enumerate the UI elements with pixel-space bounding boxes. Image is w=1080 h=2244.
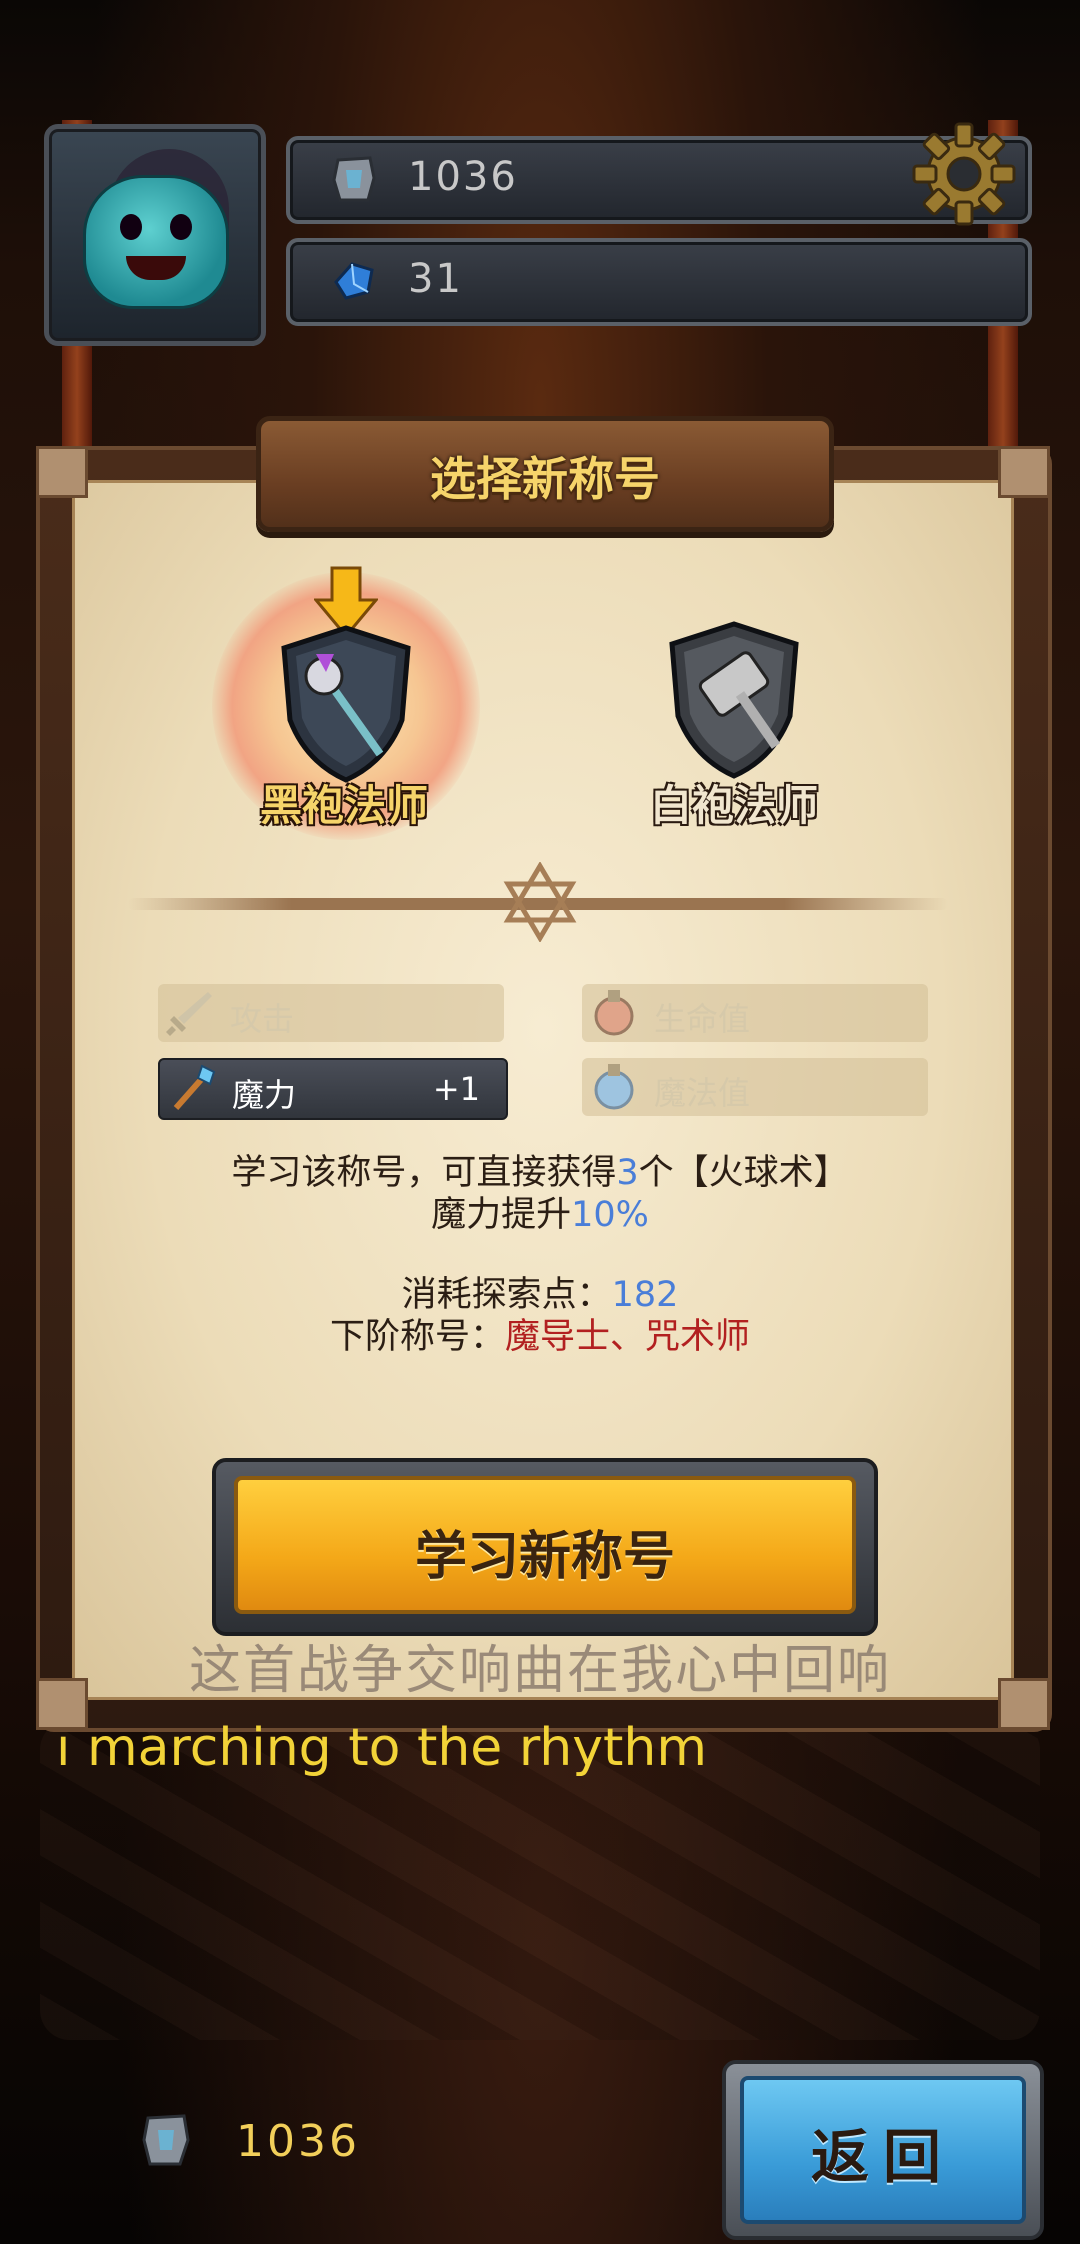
avatar-face [83, 175, 229, 309]
learn-title-button-label: 学习新称号 [414, 1527, 675, 1587]
dark-staff-shield-icon[interactable] [276, 624, 416, 784]
footer-stone-count: 1036 [236, 2116, 360, 2167]
gem-resource-bar: 31 [286, 238, 1032, 326]
panel-corner [998, 446, 1050, 498]
blue-crystal-icon [334, 262, 374, 300]
panel-title-banner: 选择新称号 [256, 416, 834, 532]
hexagram-icon [503, 862, 577, 942]
title-option-white-robe[interactable]: 白袍法师 [604, 772, 864, 833]
stat-magic-power-label: 魔力 [232, 1076, 297, 1114]
gear-icon[interactable] [908, 118, 1020, 230]
rune-stone-icon [332, 156, 376, 202]
magic-staff-icon [173, 1064, 216, 1110]
stone-count: 1036 [408, 154, 518, 200]
gem-count: 31 [408, 256, 463, 302]
red-potion-icon [594, 990, 634, 1036]
stat-magic-power-bonus: +1 [432, 1070, 480, 1108]
title-option-black-robe[interactable]: 黑袍法师 [214, 772, 474, 833]
panel-title: 选择新称号 [430, 452, 660, 506]
blue-potion-icon [594, 1064, 634, 1110]
next-title-value: 魔导士、咒术师 [505, 1317, 751, 1357]
sword-icon [166, 992, 212, 1036]
back-button[interactable]: 返回 [740, 2076, 1026, 2224]
panel-corner [36, 446, 88, 498]
hammer-shield-icon[interactable] [664, 620, 804, 780]
stat-hp: 生命值 [582, 984, 928, 1042]
stat-mp: 魔法值 [582, 1058, 928, 1116]
stat-hp-label: 生命值 [654, 1000, 751, 1038]
stat-mp-label: 魔法值 [654, 1074, 751, 1112]
player-avatar[interactable] [44, 124, 266, 346]
subtitle-english: ı marching to the rhythm [56, 1718, 708, 1778]
next-title-line: 下阶称号：魔导士、咒术师 [329, 1317, 751, 1357]
description-line-2: 魔力提升10% [431, 1195, 649, 1235]
stat-magic-power: 魔力 +1 [158, 1058, 508, 1120]
learn-title-button[interactable]: 学习新称号 [234, 1476, 856, 1614]
stat-attack: 攻击 [158, 984, 504, 1042]
rune-stone-icon [142, 2114, 190, 2166]
subtitle-chinese: 这首战争交响曲在我心中回响 [188, 1641, 891, 1701]
stat-attack-label: 攻击 [230, 1000, 295, 1038]
back-button-label: 返回 [810, 2123, 955, 2191]
